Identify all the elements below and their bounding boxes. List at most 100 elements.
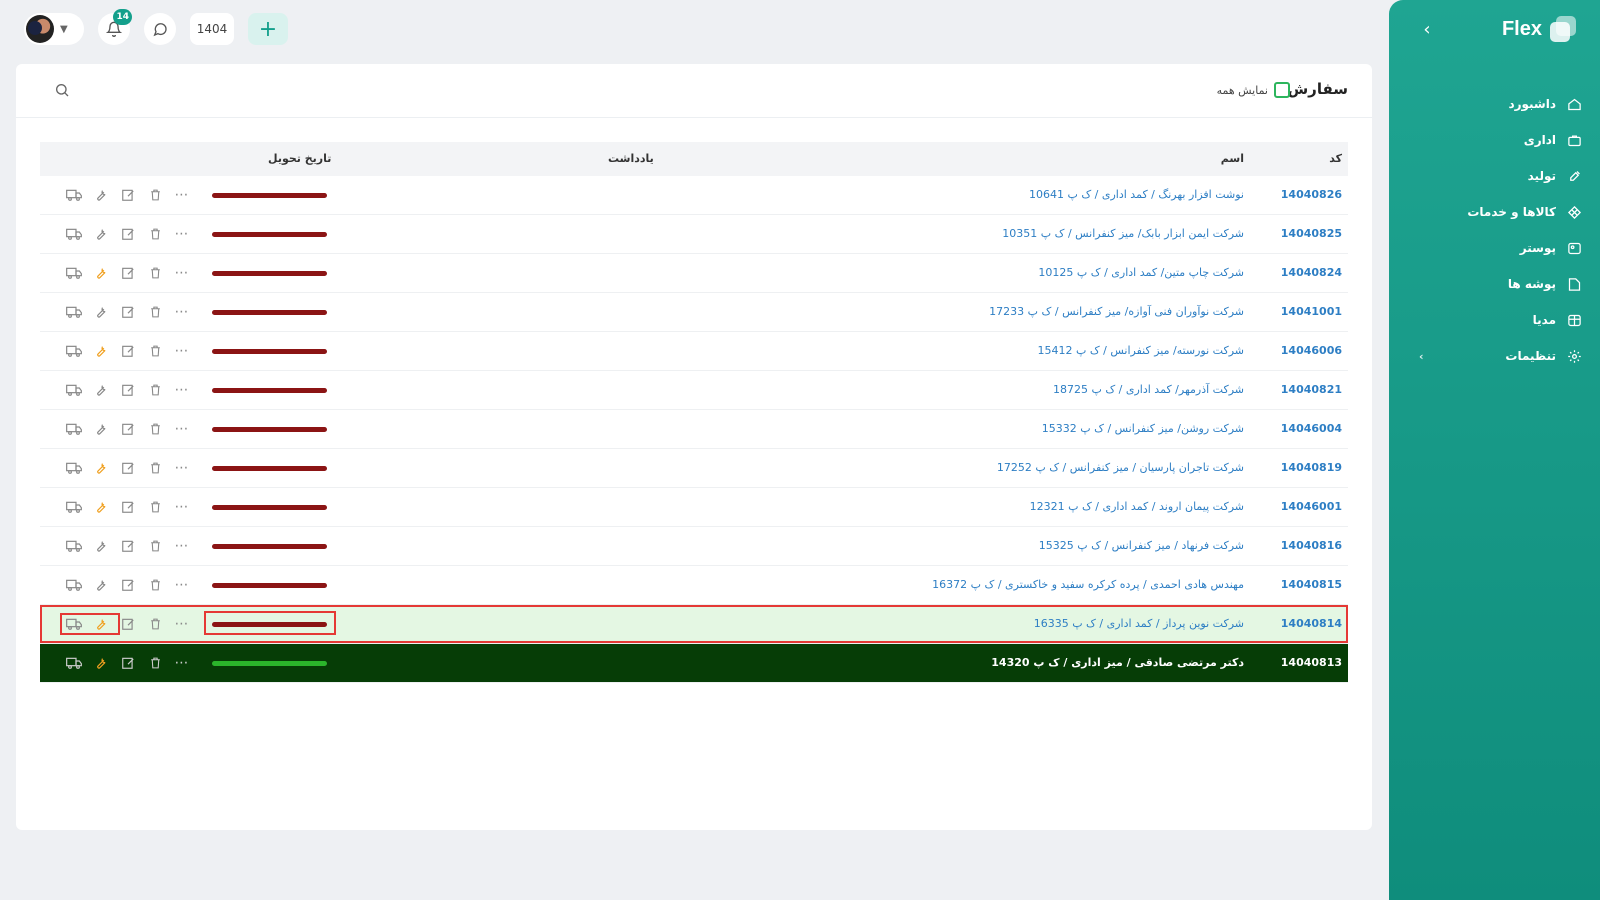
user-menu[interactable]: ▼ (24, 13, 84, 45)
order-name[interactable]: نوشت افزار بهرنگ / کمد اداری / ک پ 10641 (1029, 188, 1244, 201)
order-name[interactable]: شرکت چاپ متین/ کمد اداری / ک پ 10125 (1038, 266, 1244, 279)
table-row[interactable]: 14040824 شرکت چاپ متین/ کمد اداری / ک پ 1… (40, 254, 1348, 293)
more-icon[interactable]: ⋯ (174, 499, 190, 515)
edit-icon[interactable] (120, 655, 136, 671)
truck-icon[interactable] (66, 343, 82, 359)
truck-icon[interactable] (66, 226, 82, 242)
wrench-icon[interactable] (93, 499, 109, 515)
more-icon[interactable]: ⋯ (174, 187, 190, 203)
order-code[interactable]: 14046001 (1281, 500, 1342, 513)
order-code[interactable]: 14040825 (1281, 227, 1342, 240)
wrench-icon[interactable] (93, 265, 109, 281)
more-icon[interactable]: ⋯ (174, 577, 190, 593)
table-row[interactable]: 14046004 شرکت روشن/ میز کنفرانس / ک پ 153… (40, 410, 1348, 449)
edit-icon[interactable] (120, 265, 136, 281)
order-name[interactable]: شرکت فرنهاد / میز کنفرانس / ک پ 15325 (1039, 539, 1244, 552)
order-name[interactable]: شرکت پیمان اروند / کمد اداری / ک پ 12321 (1030, 500, 1244, 513)
trash-icon[interactable] (147, 460, 163, 476)
chevron-left-icon[interactable]: ‹ (1419, 350, 1424, 363)
chat-button[interactable] (144, 13, 176, 45)
wrench-icon[interactable] (93, 655, 109, 671)
table-row[interactable]: 14046006 شرکت نورسته/ میز کنفرانس / ک پ 1… (40, 332, 1348, 371)
truck-icon[interactable] (66, 382, 82, 398)
sidebar-item-4[interactable]: پوستر (1389, 230, 1600, 266)
trash-icon[interactable] (147, 226, 163, 242)
add-button[interactable]: + (248, 13, 288, 45)
table-row[interactable]: 14040816 شرکت فرنهاد / میز کنفرانس / ک پ … (40, 527, 1348, 566)
order-name[interactable]: دکتر مرتضی صادقی / میز اداری / ک پ 14320 (991, 656, 1244, 669)
wrench-icon[interactable] (93, 382, 109, 398)
truck-icon[interactable] (66, 577, 82, 593)
order-name[interactable]: شرکت آذرمهر/ کمد اداری / ک پ 18725 (1053, 383, 1244, 396)
edit-icon[interactable] (120, 421, 136, 437)
trash-icon[interactable] (147, 265, 163, 281)
search-button[interactable] (54, 82, 72, 100)
more-icon[interactable]: ⋯ (174, 655, 190, 671)
trash-icon[interactable] (147, 304, 163, 320)
more-icon[interactable]: ⋯ (174, 304, 190, 320)
table-row[interactable]: 14040825 شرکت ایمن ابزار بابک/ میز کنفران… (40, 215, 1348, 254)
more-icon[interactable]: ⋯ (174, 538, 190, 554)
more-icon[interactable]: ⋯ (174, 460, 190, 476)
trash-icon[interactable] (147, 421, 163, 437)
table-row[interactable]: 14040821 شرکت آذرمهر/ کمد اداری / ک پ 187… (40, 371, 1348, 410)
order-name[interactable]: شرکت نورسته/ میز کنفرانس / ک پ 15412 (1037, 344, 1244, 357)
more-icon[interactable]: ⋯ (174, 382, 190, 398)
truck-icon[interactable] (66, 304, 82, 320)
wrench-icon[interactable] (93, 226, 109, 242)
truck-icon[interactable] (66, 538, 82, 554)
order-name[interactable]: شرکت ایمن ابزار بابک/ میز کنفرانس / ک پ … (1002, 227, 1244, 240)
order-name[interactable]: مهندس هادی احمدی / پرده کرکره سفید و خاک… (932, 578, 1244, 591)
order-code[interactable]: 14040826 (1281, 188, 1342, 201)
order-code[interactable]: 14046004 (1281, 422, 1342, 435)
table-row[interactable]: 14040813 دکتر مرتضی صادقی / میز اداری / ک… (40, 644, 1348, 683)
order-name[interactable]: شرکت روشن/ میز کنفرانس / ک پ 15332 (1042, 422, 1244, 435)
order-name[interactable]: شرکت تاجران پارسیان / میز کنفرانس / ک پ … (997, 461, 1244, 474)
edit-icon[interactable] (120, 538, 136, 554)
edit-icon[interactable] (120, 304, 136, 320)
edit-icon[interactable] (120, 499, 136, 515)
sidebar-item-3[interactable]: کالاها و خدمات (1389, 194, 1600, 230)
truck-icon[interactable] (66, 655, 82, 671)
sidebar-item-2[interactable]: تولید (1389, 158, 1600, 194)
notifications-button[interactable]: 14 (98, 9, 132, 45)
table-row[interactable]: 14040826 نوشت افزار بهرنگ / کمد اداری / ک… (40, 176, 1348, 215)
table-row[interactable]: 14040819 شرکت تاجران پارسیان / میز کنفران… (40, 449, 1348, 488)
table-row[interactable]: 14041001 شرکت نوآوران فنی آوازه/ میز کنفر… (40, 293, 1348, 332)
order-code[interactable]: 14046006 (1281, 344, 1342, 357)
sidebar-collapse-button[interactable]: ‹ (1417, 20, 1437, 40)
sidebar-item-5[interactable]: پوشه ها (1389, 266, 1600, 302)
order-code[interactable]: 14040819 (1281, 461, 1342, 474)
trash-icon[interactable] (147, 499, 163, 515)
sidebar-item-6[interactable]: مدیا (1389, 302, 1600, 338)
trash-icon[interactable] (147, 538, 163, 554)
trash-icon[interactable] (147, 655, 163, 671)
edit-icon[interactable] (120, 343, 136, 359)
wrench-icon[interactable] (93, 538, 109, 554)
truck-icon[interactable] (66, 460, 82, 476)
show-all-toggle[interactable]: نمایش همه (1217, 82, 1290, 98)
trash-icon[interactable] (147, 187, 163, 203)
sidebar-item-0[interactable]: داشبورد (1389, 86, 1600, 122)
order-name[interactable]: شرکت نوآوران فنی آوازه/ میز کنفرانس / ک … (989, 305, 1244, 318)
order-code[interactable]: 14040816 (1281, 539, 1342, 552)
edit-icon[interactable] (120, 226, 136, 242)
table-row[interactable]: 14046001 شرکت پیمان اروند / کمد اداری / ک… (40, 488, 1348, 527)
wrench-icon[interactable] (93, 187, 109, 203)
wrench-icon[interactable] (93, 343, 109, 359)
order-code[interactable]: 14040821 (1281, 383, 1342, 396)
wrench-icon[interactable] (93, 460, 109, 476)
truck-icon[interactable] (66, 265, 82, 281)
truck-icon[interactable] (66, 499, 82, 515)
truck-icon[interactable] (66, 187, 82, 203)
more-icon[interactable]: ⋯ (174, 343, 190, 359)
table-row[interactable]: 14040814 شرکت نوین پرداز / کمد اداری / ک … (40, 605, 1348, 644)
wrench-icon[interactable] (93, 304, 109, 320)
order-code[interactable]: 14040824 (1281, 266, 1342, 279)
trash-icon[interactable] (147, 343, 163, 359)
edit-icon[interactable] (120, 577, 136, 593)
edit-icon[interactable] (120, 382, 136, 398)
order-code[interactable]: 14040815 (1281, 578, 1342, 591)
order-code[interactable]: 14041001 (1281, 305, 1342, 318)
truck-icon[interactable] (66, 421, 82, 437)
